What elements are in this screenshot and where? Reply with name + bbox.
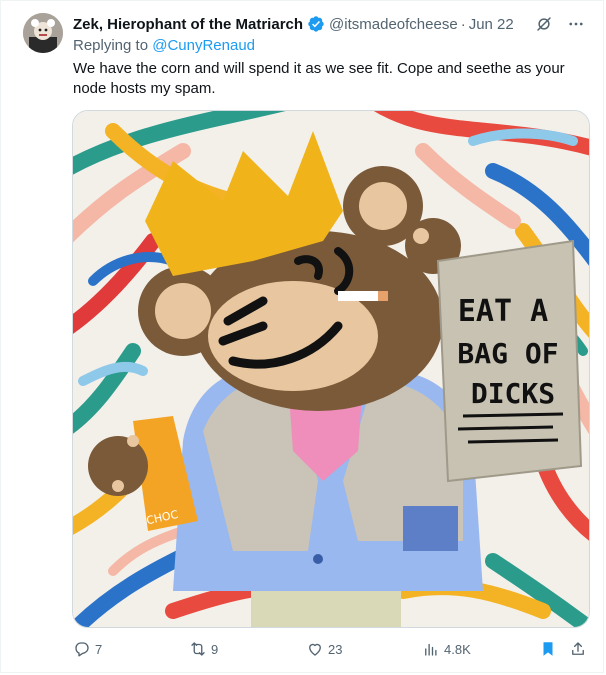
verified-badge-icon [308,16,324,32]
reply-button[interactable]: 7 [73,640,102,658]
author-handle[interactable]: @itsmadeofcheese [329,16,458,33]
bookmark-button[interactable] [539,640,557,658]
views-count: 4.8K [444,641,471,657]
share-icon [572,642,584,655]
replying-to-line: Replying to @CunyRenaud [73,37,255,54]
views-button[interactable]: 4.8K [422,640,471,658]
sign-line-2: BAG OF [457,337,558,370]
reply-count: 7 [95,641,103,657]
post-date[interactable]: Jun 22 [469,16,514,33]
repost-button[interactable]: 9 [189,640,218,658]
separator-dot: · [460,15,466,33]
author-name[interactable]: Zek, Hierophant of the Matriarch [73,16,303,33]
grok-icon[interactable] [535,15,553,33]
more-options-icon[interactable] [567,15,585,33]
like-count: 23 [328,641,343,657]
repost-count: 9 [211,641,219,657]
sign-line-3: DICKS [471,377,555,410]
avatar-image [23,13,63,53]
author-avatar[interactable] [23,13,63,53]
header-actions [535,15,585,33]
bookmark-icon [543,642,553,656]
like-button[interactable]: 23 [306,640,342,658]
reply-icon [75,642,89,657]
replying-to-label: Replying to [73,37,149,54]
share-button[interactable] [569,640,587,658]
repost-icon [191,642,205,656]
post-card[interactable]: Zek, Hierophant of the Matriarch @itsmad… [0,0,604,673]
replying-to-mention[interactable]: @CunyRenaud [152,37,255,54]
sign-line-1: EAT A [458,294,548,329]
post-actions: 7 9 23 4.8K [73,637,585,661]
post-text: We have the corn and will spend it as we… [73,60,565,97]
post-header: Zek, Hierophant of the Matriarch @itsmad… [73,13,585,35]
post-image[interactable]: EAT A BAG OF DICKS CHOC [72,110,590,628]
like-icon [309,643,321,656]
views-icon [425,643,437,656]
monkey-king-artwork: EAT A BAG OF DICKS CHOC [73,111,589,627]
